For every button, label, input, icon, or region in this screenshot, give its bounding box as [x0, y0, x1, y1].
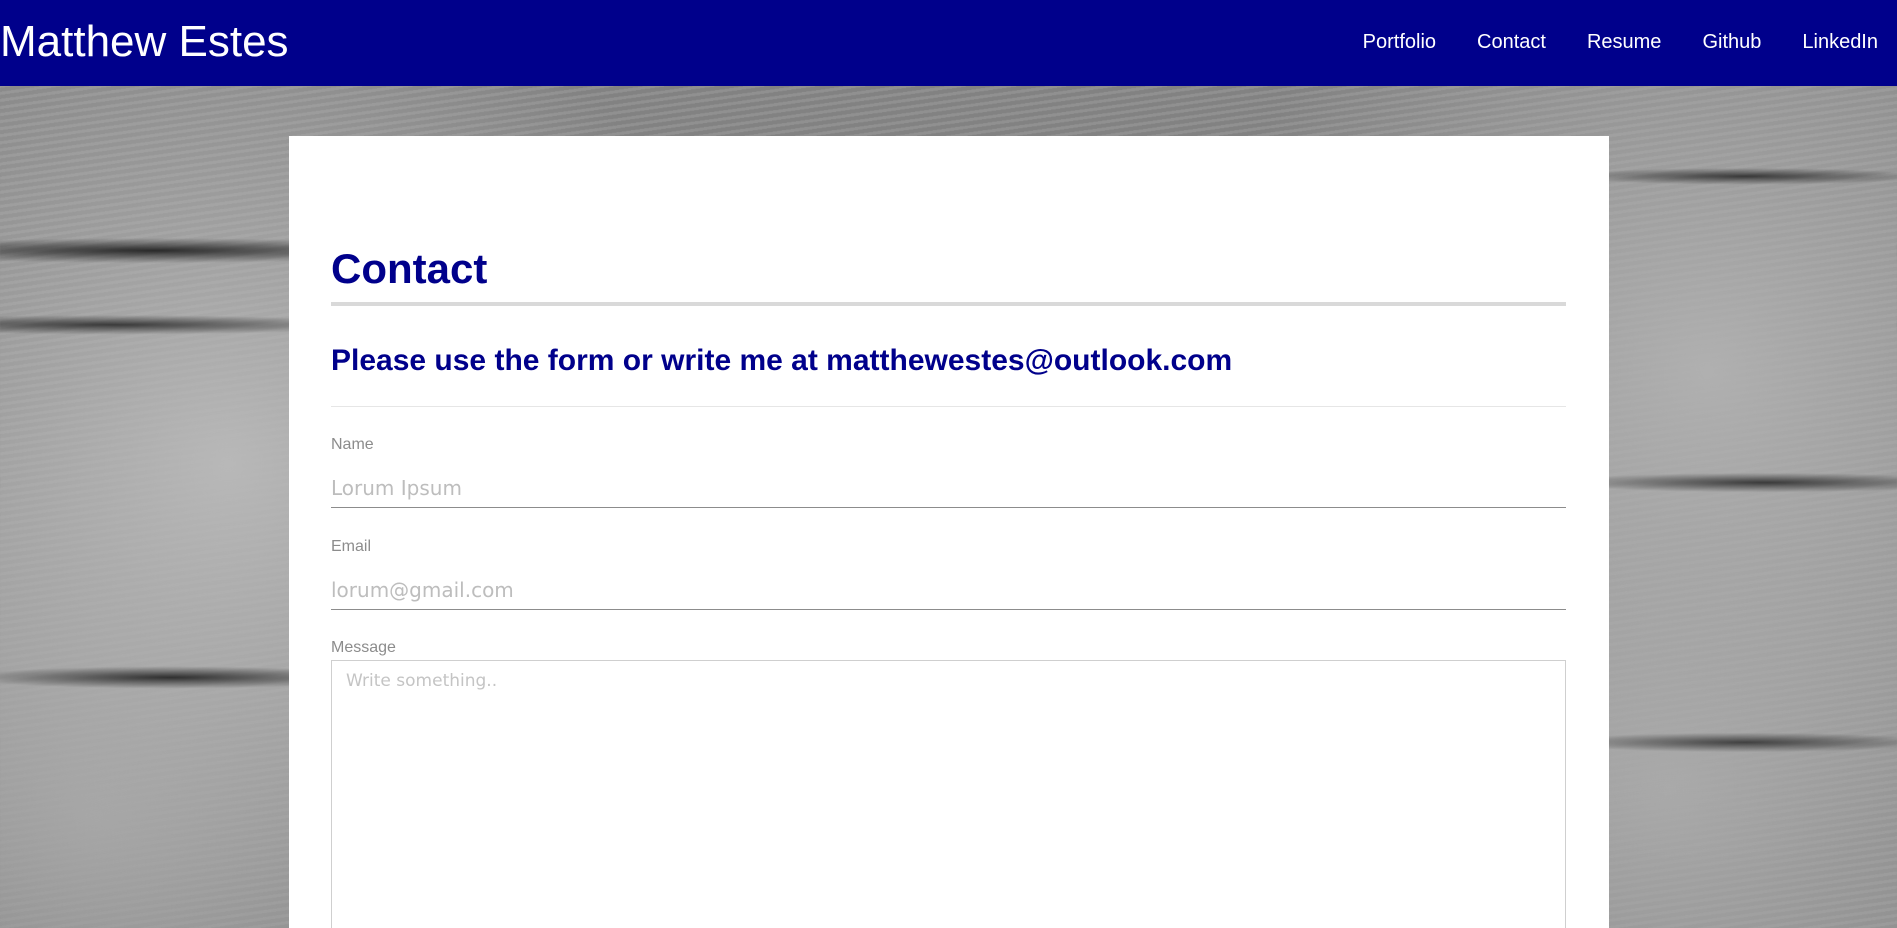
nav-link-portfolio[interactable]: Portfolio [1363, 29, 1436, 55]
name-label: Name [331, 436, 374, 453]
contact-card: Contact Please use the form or write me … [289, 136, 1609, 928]
contact-subtitle: Please use the form or write me at matth… [331, 344, 1233, 377]
email-input[interactable] [331, 571, 1566, 610]
subtitle-divider [331, 406, 1566, 407]
nav-link-github[interactable]: Github [1702, 29, 1761, 55]
nav-link-resume[interactable]: Resume [1587, 29, 1661, 55]
message-label: Message [331, 639, 396, 656]
title-divider [331, 302, 1566, 306]
top-navbar: Matthew Estes Portfolio Contact Resume G… [0, 0, 1897, 86]
name-input[interactable] [331, 469, 1566, 508]
site-brand[interactable]: Matthew Estes [0, 16, 289, 68]
nav-link-contact[interactable]: Contact [1477, 29, 1546, 55]
nav-link-linkedin[interactable]: LinkedIn [1802, 29, 1878, 55]
nav-menu: Portfolio Contact Resume Github LinkedIn [1363, 29, 1878, 55]
page-title: Contact [331, 245, 488, 292]
message-textarea[interactable] [331, 660, 1566, 928]
email-label: Email [331, 538, 372, 555]
